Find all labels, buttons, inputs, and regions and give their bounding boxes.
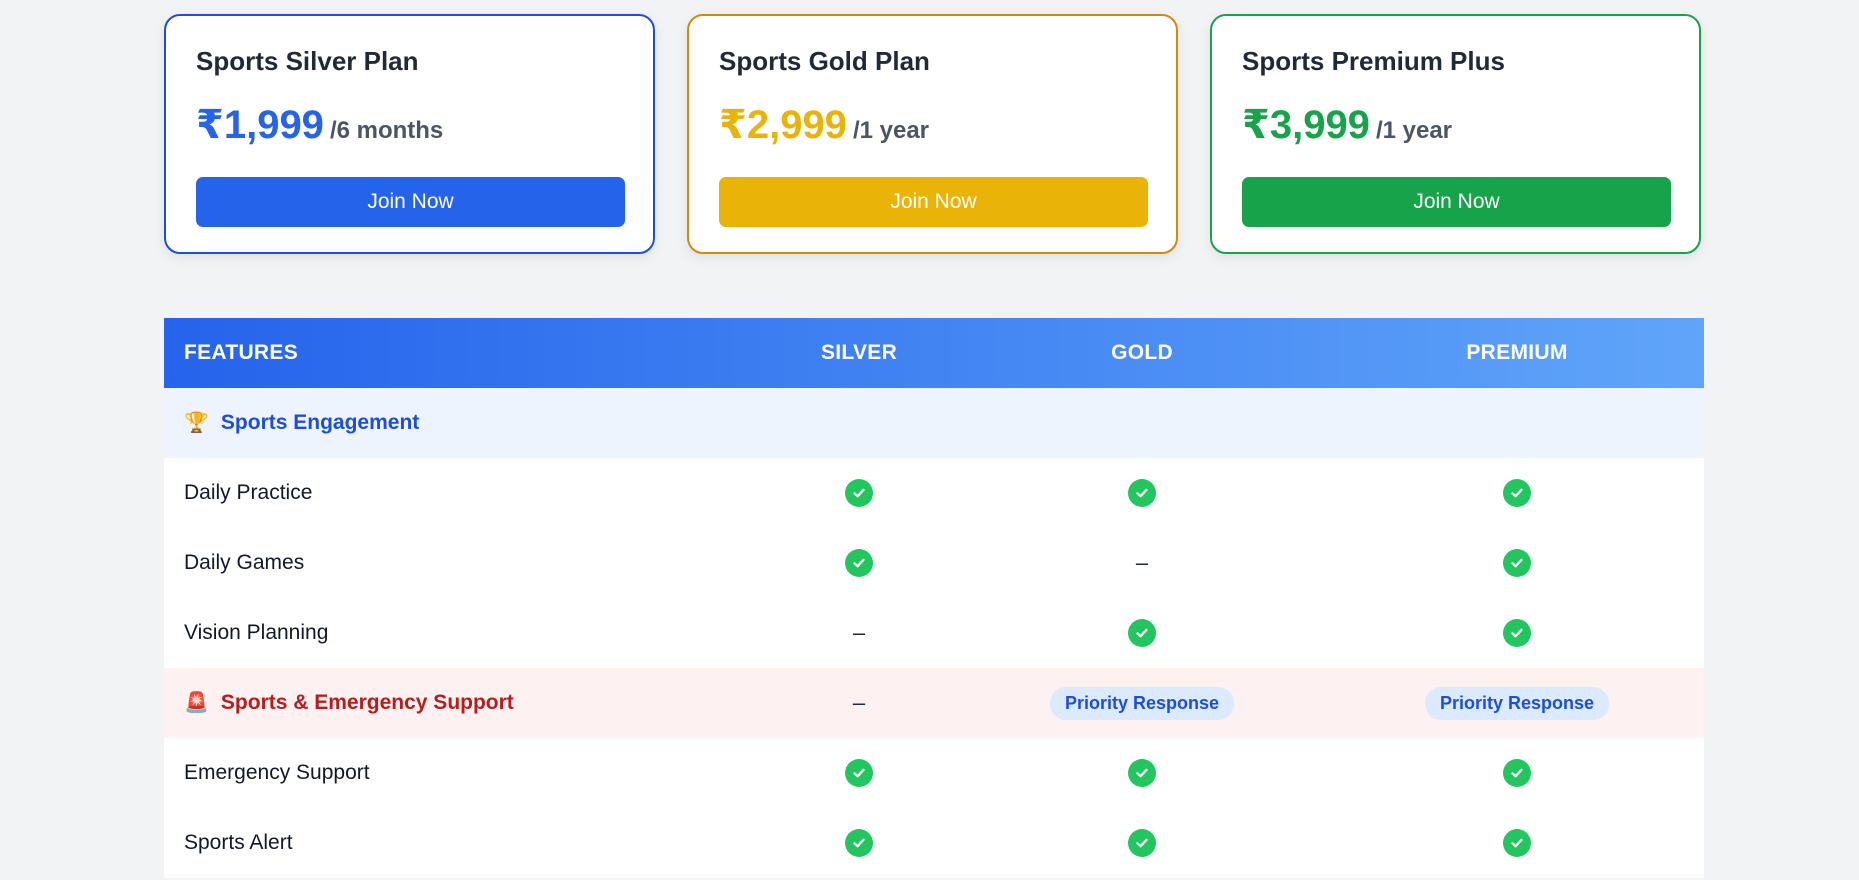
plan-amount: ₹3,999 (1242, 103, 1370, 147)
cell-premium (1397, 528, 1637, 598)
cell-gold (1022, 738, 1262, 808)
table-row: Daily Practice (164, 458, 1704, 528)
cell-premium (1397, 808, 1637, 878)
plan-amount: ₹2,999 (719, 103, 847, 147)
plan-card-silver: Sports Silver Plan ₹1,999/6 months Join … (164, 14, 655, 254)
check-icon (845, 759, 873, 787)
check-icon (1128, 479, 1156, 507)
cell-gold (1022, 458, 1262, 528)
cell-gold (1022, 388, 1262, 458)
cell-gold (1022, 808, 1262, 878)
cell-silver (739, 808, 979, 878)
priority-response-badge: Priority Response (1424, 686, 1610, 720)
table-row: Vision Planning – (164, 598, 1704, 668)
cell-premium (1397, 388, 1637, 458)
check-icon (845, 829, 873, 857)
siren-icon: 🚨 (184, 692, 209, 714)
cell-silver (739, 528, 979, 598)
header-premium: PREMIUM (1466, 341, 1568, 364)
join-now-button-premium[interactable]: Join Now (1242, 177, 1671, 227)
feature-label: Vision Planning (184, 621, 329, 644)
cell-gold: Priority Response (1022, 668, 1262, 738)
plan-period: /1 year (1375, 117, 1453, 144)
feature-label: Daily Practice (184, 481, 313, 504)
category-label-text: Sports Engagement (220, 411, 420, 434)
header-silver: SILVER (820, 341, 898, 364)
check-icon (1503, 479, 1531, 507)
priority-response-badge: Priority Response (1049, 686, 1235, 720)
check-icon (1128, 759, 1156, 787)
dash-icon: – (852, 620, 866, 645)
check-icon (1128, 619, 1156, 647)
check-icon (845, 479, 873, 507)
plan-period: /1 year (852, 117, 930, 144)
cell-silver: – (739, 598, 979, 668)
plan-title: Sports Premium Plus (1242, 46, 1505, 76)
cell-premium (1397, 458, 1637, 528)
header-features: FEATURES (184, 341, 299, 364)
plan-title: Sports Gold Plan (719, 46, 930, 76)
cell-silver: – (739, 668, 979, 738)
feature-comparison-table: FEATURES SILVER GOLD PREMIUM 🏆 Sports Eng… (164, 318, 1704, 878)
category-label-text: Sports & Emergency Support (220, 691, 514, 714)
plan-price: ₹3,999/1 year (1242, 102, 1452, 148)
plan-amount: ₹1,999 (196, 103, 324, 147)
cell-premium: Priority Response (1397, 668, 1637, 738)
feature-label: Emergency Support (184, 761, 370, 784)
plan-period: /6 months (329, 117, 444, 144)
plan-title: Sports Silver Plan (196, 46, 419, 76)
check-icon (1128, 829, 1156, 857)
cell-silver (739, 738, 979, 808)
plan-card-gold: Sports Gold Plan ₹2,999/1 year Join Now (687, 14, 1178, 254)
category-row: 🏆 Sports Engagement (164, 388, 1704, 458)
pricing-plans: Sports Silver Plan ₹1,999/6 months Join … (164, 14, 1704, 258)
table-body: 🏆 Sports Engagement Daily Practice Daily Ga… (164, 388, 1704, 878)
cell-premium (1397, 738, 1637, 808)
feature-label: Daily Games (184, 551, 305, 574)
table-row: Emergency Support (164, 738, 1704, 808)
join-now-button-gold[interactable]: Join Now (719, 177, 1148, 227)
cell-gold (1022, 598, 1262, 668)
check-icon (1503, 759, 1531, 787)
table-header: FEATURES SILVER GOLD PREMIUM (164, 318, 1704, 388)
plan-card-premium: Sports Premium Plus ₹3,999/1 year Join N… (1210, 14, 1701, 254)
category-row: 🚨 Sports & Emergency Support – Priority Res… (164, 668, 1704, 738)
join-now-button-silver[interactable]: Join Now (196, 177, 625, 227)
check-icon (1503, 549, 1531, 577)
feature-label: Sports Alert (184, 831, 293, 854)
check-icon (1503, 619, 1531, 647)
plan-price: ₹2,999/1 year (719, 102, 929, 148)
dash-icon: – (852, 690, 866, 715)
trophy-icon: 🏆 (184, 412, 209, 434)
dash-icon: – (1135, 550, 1149, 575)
table-row: Sports Alert (164, 808, 1704, 878)
category-label: 🚨 Sports & Emergency Support (184, 668, 514, 738)
check-icon (845, 549, 873, 577)
cell-gold: – (1022, 528, 1262, 598)
check-icon (1503, 829, 1531, 857)
table-row: Daily Games – (164, 528, 1704, 598)
category-label: 🏆 Sports Engagement (184, 388, 419, 458)
header-gold: GOLD (1111, 341, 1173, 364)
cell-premium (1397, 598, 1637, 668)
plan-price: ₹1,999/6 months (196, 102, 443, 148)
cell-silver (739, 458, 979, 528)
cell-silver (739, 388, 979, 458)
